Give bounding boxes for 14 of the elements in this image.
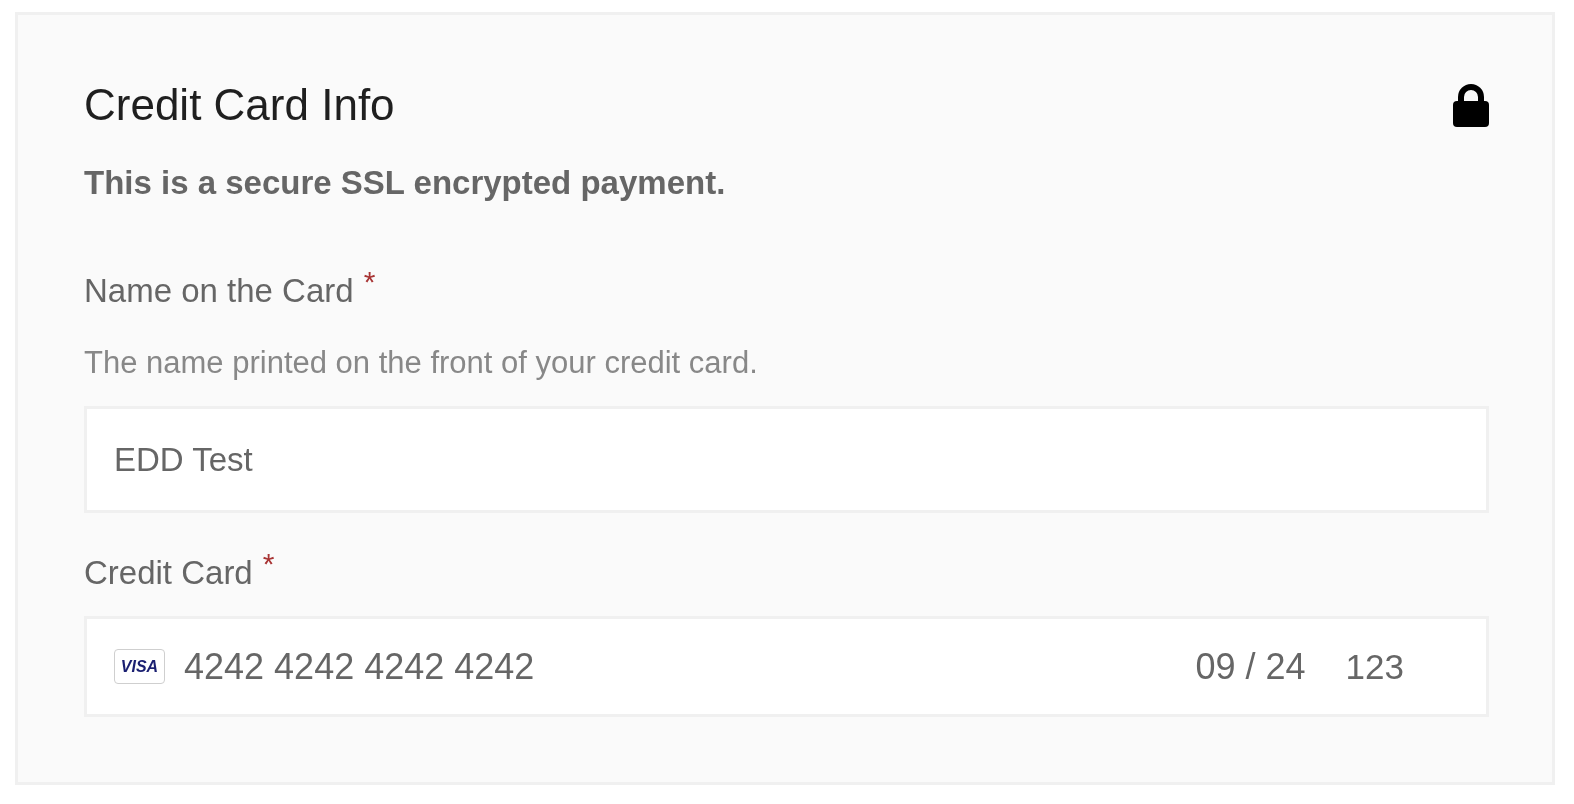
section-title: Credit Card Info	[84, 79, 395, 131]
card-input-field[interactable]: VISA 4242 4242 4242 4242 09 / 24 123	[84, 616, 1489, 717]
required-asterisk: *	[262, 549, 275, 579]
field-label: Name on the Card	[84, 271, 354, 311]
cvc-input[interactable]: 123	[1345, 646, 1404, 687]
field-label: Credit Card	[84, 553, 253, 593]
expiry-input[interactable]: 09 / 24	[1195, 645, 1306, 688]
secure-note: This is a secure SSL encrypted payment.	[84, 163, 727, 203]
lock-icon	[1453, 83, 1489, 127]
card-number-input[interactable]: 4242 4242 4242 4242	[184, 645, 1196, 688]
required-asterisk: *	[363, 267, 376, 297]
field-description: The name printed on the front of your credit card.	[84, 345, 759, 381]
name-input[interactable]: EDD Test	[84, 406, 1489, 513]
card-brand-badge: VISA	[114, 649, 165, 684]
